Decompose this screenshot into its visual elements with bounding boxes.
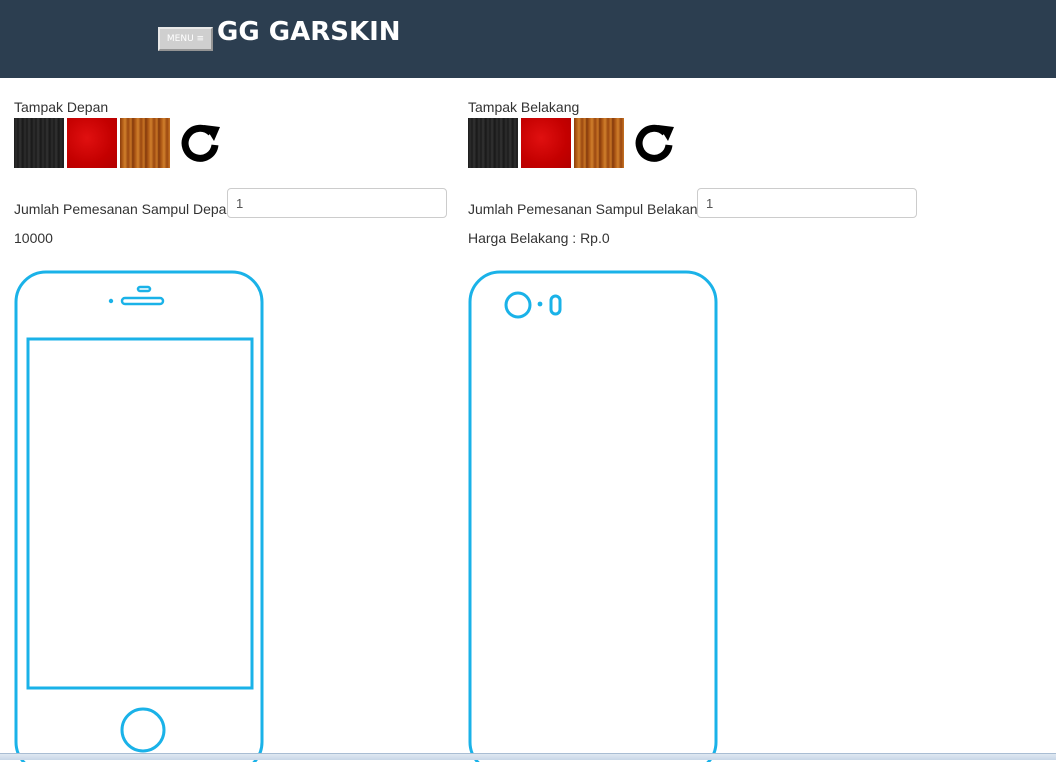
rotate-icon[interactable] xyxy=(630,119,678,167)
back-qty-input[interactable] xyxy=(697,188,917,218)
back-swatch-black[interactable] xyxy=(468,118,518,168)
back-swatch-wood[interactable] xyxy=(574,118,624,168)
front-view-panel: Tampak Depan Jumlah Pemesanan Sampul Dep… xyxy=(14,98,447,762)
back-swatch-row xyxy=(468,118,678,168)
flash-icon xyxy=(549,294,562,316)
rear-camera-icon xyxy=(504,291,532,319)
top-header: MENU ≡ GG GARSKIN xyxy=(0,0,1056,78)
front-qty-input[interactable] xyxy=(227,188,447,218)
home-button-icon xyxy=(120,707,166,753)
front-price: 10000 xyxy=(14,230,53,246)
back-view-label: Tampak Belakang xyxy=(468,99,580,115)
back-qty-label: Jumlah Pemesanan Sampul Belakang xyxy=(468,201,706,217)
phone-back-outline xyxy=(468,270,718,762)
brand-title: GG GARSKIN xyxy=(217,17,401,47)
front-swatch-black[interactable] xyxy=(14,118,64,168)
front-camera-icon xyxy=(136,285,152,293)
front-view-label: Tampak Depan xyxy=(14,99,109,115)
screen-area xyxy=(26,337,254,690)
rear-mic-icon xyxy=(537,301,543,307)
menu-button[interactable]: MENU ≡ xyxy=(158,27,213,51)
phone-front-outline xyxy=(14,270,264,762)
front-swatch-red[interactable] xyxy=(67,118,117,168)
rotate-icon[interactable] xyxy=(176,119,224,167)
front-sensor-icon xyxy=(108,298,114,304)
front-qty-label: Jumlah Pemesanan Sampul Depan xyxy=(14,201,235,217)
front-swatch-row xyxy=(14,118,224,168)
back-view-panel: Tampak Belakang Jumlah Pemesanan Sampul … xyxy=(468,98,917,762)
back-swatch-red[interactable] xyxy=(521,118,571,168)
speaker-icon xyxy=(120,296,165,306)
front-swatch-wood[interactable] xyxy=(120,118,170,168)
back-price: Harga Belakang : Rp.0 xyxy=(468,230,610,246)
